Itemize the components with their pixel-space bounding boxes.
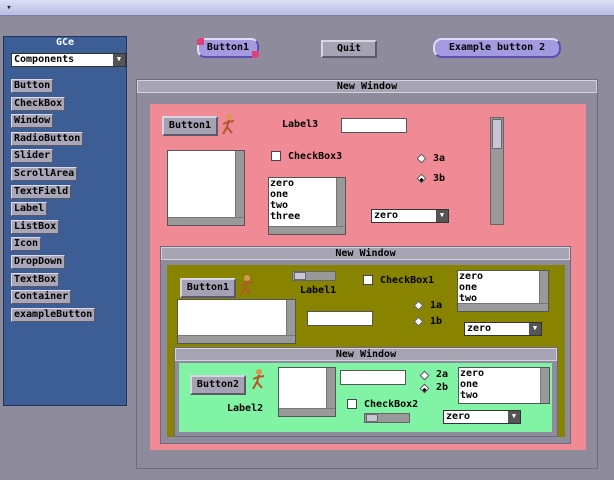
w2-radio-b-label: 1b: [430, 316, 443, 327]
w3-dropdown[interactable]: zero ▼: [443, 410, 521, 424]
sidebar-item-icon[interactable]: Icon: [11, 237, 42, 252]
window-menu-arrow-icon[interactable]: ▾: [4, 3, 14, 13]
w2-listbox-hscroll[interactable]: [458, 303, 548, 311]
w1-vertical-slider[interactable]: [490, 117, 504, 225]
w3-listbox-vscroll[interactable]: [540, 368, 549, 403]
list-item[interactable]: zero: [459, 368, 539, 379]
sidebar-item-label[interactable]: Label: [11, 202, 48, 217]
chevron-down-icon[interactable]: ▼: [508, 411, 520, 423]
running-figure-icon: [220, 114, 238, 136]
list-item[interactable]: zero: [458, 271, 538, 282]
list-item[interactable]: one: [458, 282, 538, 293]
w3-horizontal-slider[interactable]: [364, 413, 410, 423]
sidebar-item-dropdown[interactable]: DropDown: [11, 255, 66, 269]
w1-listbox[interactable]: zero one two three: [268, 177, 346, 235]
w2-checkbox[interactable]: [363, 275, 373, 285]
chevron-down-icon[interactable]: ▼: [436, 210, 448, 222]
w3-radio-b-label: 2b: [436, 382, 449, 393]
w2-listbox-vscroll[interactable]: [539, 271, 548, 303]
w1-scroll-area[interactable]: [167, 150, 245, 226]
components-dropdown-value: Components: [14, 54, 75, 65]
w1-slider-thumb[interactable]: [492, 119, 502, 149]
w2-dropdown[interactable]: zero ▼: [464, 322, 542, 336]
sidebar-item-textfield[interactable]: TextField: [11, 184, 72, 199]
quit-button[interactable]: Quit: [321, 40, 377, 58]
sidebar-item-listbox[interactable]: ListBox: [11, 219, 60, 234]
sidebar-item-scrollarea[interactable]: ScrollArea: [11, 167, 78, 181]
w3-listbox[interactable]: zero one two: [458, 367, 550, 404]
window-titlebar: ▾: [0, 0, 614, 16]
sidebar: GCe Components ▼ Button CheckBox Window Rad…: [3, 36, 127, 406]
w2-dropdown-value: zero: [467, 323, 492, 334]
list-item[interactable]: one: [459, 379, 539, 390]
w1-dropdown-value: zero: [374, 210, 399, 221]
w2-slider-thumb[interactable]: [294, 272, 306, 280]
w1-listbox-hscroll[interactable]: [269, 226, 345, 234]
w3-scroll-area-vscroll[interactable]: [326, 368, 335, 408]
w2-button1[interactable]: Button1: [180, 278, 236, 298]
chevron-down-icon[interactable]: ▼: [113, 54, 125, 66]
w1-scroll-area-vscroll[interactable]: [235, 151, 244, 217]
w3-slider-thumb[interactable]: [366, 414, 378, 422]
running-figure-icon: [238, 275, 256, 297]
w1-button1[interactable]: Button1: [162, 116, 218, 136]
w2-radio-a-label: 1a: [430, 300, 443, 311]
w3-checkbox-label: CheckBox2: [364, 399, 419, 410]
w3-dropdown-value: zero: [446, 411, 471, 422]
w3-radio-a-label: 2a: [436, 369, 449, 380]
sidebar-item-radiobutton[interactable]: RadioButton: [11, 131, 84, 146]
list-item[interactable]: three: [269, 211, 335, 222]
sidebar-item-button[interactable]: Button: [11, 79, 54, 93]
w3-label: Label2: [227, 403, 264, 414]
list-item[interactable]: two: [459, 390, 539, 401]
w3-button2[interactable]: Button2: [190, 375, 246, 395]
button1-corner-marker-icon: [197, 38, 204, 45]
window-3-title[interactable]: New Window: [175, 348, 557, 361]
list-item[interactable]: two: [269, 200, 335, 211]
list-item[interactable]: zero: [269, 178, 335, 189]
w2-scroll-area-vscroll[interactable]: [286, 300, 295, 335]
top-button1[interactable]: Button1: [197, 38, 259, 58]
example-button-2[interactable]: Example button 2: [433, 38, 561, 58]
w3-scroll-area-hscroll[interactable]: [279, 408, 335, 416]
chevron-down-icon[interactable]: ▼: [529, 323, 541, 335]
w1-listbox-vscroll[interactable]: [336, 178, 345, 226]
w1-dropdown[interactable]: zero ▼: [371, 209, 449, 223]
w3-text-field[interactable]: [340, 370, 406, 385]
w2-scroll-area[interactable]: [177, 299, 296, 344]
sidebar-item-slider[interactable]: Slider: [11, 149, 54, 164]
w1-checkbox[interactable]: [271, 151, 281, 161]
w2-checkbox-label: CheckBox1: [380, 275, 435, 286]
w2-horizontal-slider[interactable]: [292, 271, 336, 281]
w2-label: Label1: [300, 285, 337, 296]
window-2-title[interactable]: New Window: [161, 247, 570, 260]
running-figure-icon: [250, 369, 268, 391]
w1-scroll-area-hscroll[interactable]: [168, 217, 244, 225]
sidebar-item-examplebutton[interactable]: exampleButton: [11, 307, 96, 322]
w1-radio-b-label: 3b: [433, 173, 446, 184]
sidebar-item-checkbox[interactable]: CheckBox: [11, 96, 66, 111]
w2-listbox[interactable]: zero one two: [457, 270, 549, 312]
button1-corner-marker-icon: [252, 51, 259, 58]
w3-scroll-area[interactable]: [278, 367, 336, 417]
w1-radio-a-label: 3a: [433, 153, 446, 164]
list-item[interactable]: one: [269, 189, 335, 200]
w1-label: Label3: [282, 119, 319, 130]
sidebar-item-textbox[interactable]: TextBox: [11, 272, 60, 287]
sidebar-item-window[interactable]: Window: [11, 114, 54, 129]
w3-checkbox[interactable]: [347, 399, 357, 409]
sidebar-title: GCe: [55, 37, 75, 48]
window-1-title[interactable]: New Window: [137, 80, 597, 93]
w1-checkbox-label: CheckBox3: [288, 151, 343, 162]
w2-scroll-area-hscroll[interactable]: [178, 335, 295, 343]
w2-text-field[interactable]: [307, 311, 373, 326]
components-dropdown[interactable]: Components ▼: [11, 53, 126, 67]
sidebar-item-container[interactable]: Container: [11, 290, 72, 305]
w1-text-field[interactable]: [341, 118, 407, 133]
